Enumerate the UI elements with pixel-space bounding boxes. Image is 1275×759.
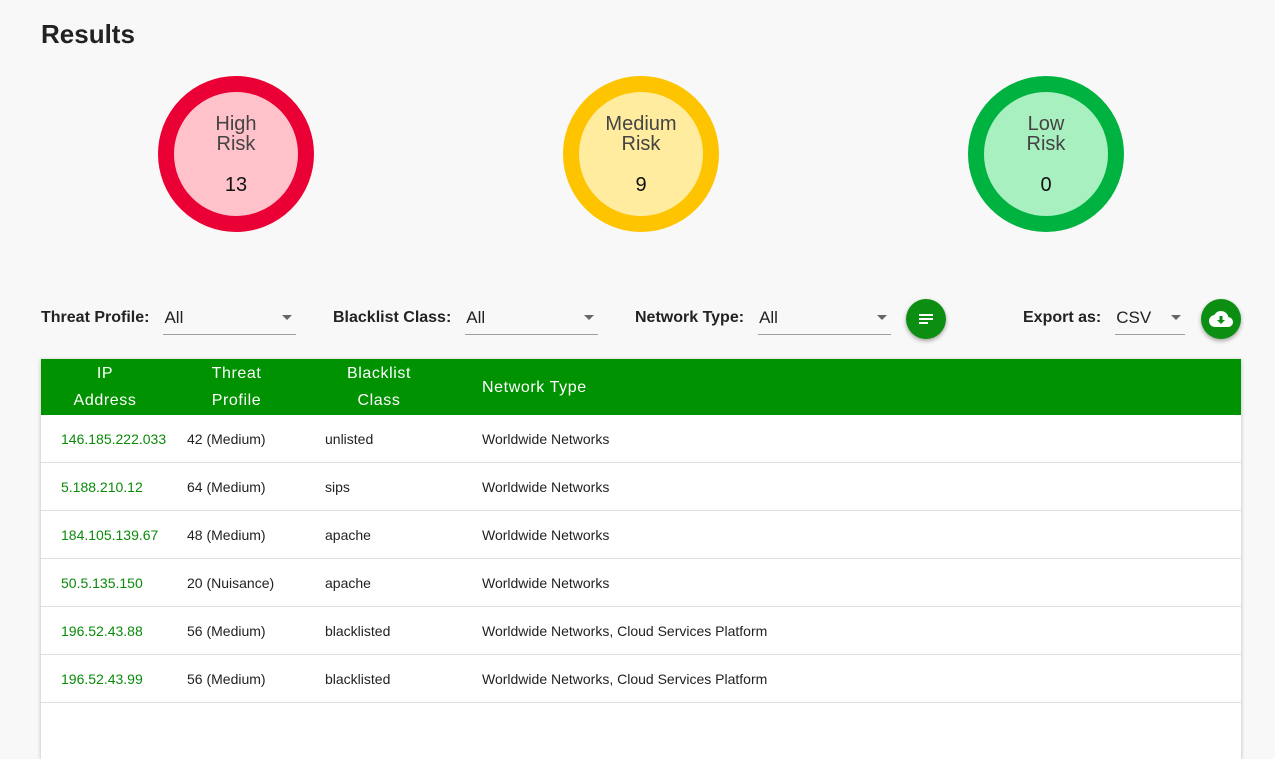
ip-address-link[interactable]: 184.105.139.67 <box>41 527 187 543</box>
threat-profile-cell: 56 (Medium) <box>187 622 266 639</box>
blacklist-class-cell: blacklisted <box>325 622 391 639</box>
export-as-label: Export as: <box>1023 309 1102 326</box>
blacklist-class-cell: blacklisted <box>325 670 391 687</box>
ip-address-link[interactable]: 5.188.210.12 <box>41 479 187 495</box>
results-table: IP Address Threat Profile Blacklist Clas… <box>41 359 1241 759</box>
table-row[interactable]: 5.188.210.12 64 (Medium) sips Worldwide Net… <box>41 463 1241 511</box>
dropdown-arrow-icon <box>1171 315 1182 320</box>
blacklist-class-value: All <box>466 307 486 327</box>
header-threat-profile[interactable]: Threat Profile <box>169 360 304 414</box>
threat-profile-filter: Threat Profile: All <box>41 300 297 336</box>
network-type-cell: Worldwide Networks <box>482 430 610 447</box>
export-format-value: CSV <box>1116 307 1152 327</box>
blacklist-class-cell: apache <box>325 526 371 543</box>
header-ip-address[interactable]: IP Address <box>41 360 169 414</box>
high-risk-summary: High Risk 13 <box>158 76 314 232</box>
blacklist-class-filter: Blacklist Class: All <box>333 300 599 336</box>
threat-profile-cell: 48 (Medium) <box>187 526 266 543</box>
table-row[interactable]: 196.52.43.88 56 (Medium) blacklisted Worldw… <box>41 607 1241 655</box>
table-row[interactable]: 196.52.43.99 56 (Medium) blacklisted Worldw… <box>41 655 1241 703</box>
low-risk-summary: Low Risk 0 <box>968 76 1124 232</box>
low-risk-count: 0 <box>1040 174 1052 196</box>
medium-risk-label: Medium Risk <box>605 113 677 155</box>
dropdown-arrow-icon <box>584 315 595 320</box>
sort-button[interactable] <box>906 299 946 339</box>
ip-address-link[interactable]: 196.52.43.99 <box>41 671 187 687</box>
network-type-select[interactable]: All <box>758 301 892 335</box>
threat-profile-cell: 20 (Nuisance) <box>187 574 275 591</box>
table-header: IP Address Threat Profile Blacklist Clas… <box>41 359 1241 415</box>
header-blacklist-class[interactable]: Blacklist Class <box>304 360 454 414</box>
threat-profile-cell: 64 (Medium) <box>187 478 266 495</box>
export-format-filter: Export as: CSV <box>1023 300 1186 336</box>
network-type-value: All <box>759 307 778 327</box>
high-risk-count: 13 <box>224 174 248 196</box>
network-type-cell: Worldwide Networks <box>482 574 610 591</box>
threat-profile-select[interactable]: All <box>163 301 297 335</box>
page-title: Results <box>41 19 135 49</box>
cloud-download-icon <box>1209 311 1233 327</box>
ip-address-link[interactable]: 146.185.222.033 <box>41 431 187 447</box>
blacklist-class-label: Blacklist Class: <box>333 309 452 326</box>
blacklist-class-cell: apache <box>325 574 371 591</box>
threat-profile-label: Threat Profile: <box>41 309 150 326</box>
table-row[interactable]: 146.185.222.033 42 (Medium) unlisted Worldw… <box>41 415 1241 463</box>
network-type-label: Network Type: <box>635 309 745 326</box>
low-risk-label: Low Risk <box>1026 113 1066 155</box>
threat-profile-cell: 42 (Medium) <box>187 430 266 447</box>
download-button[interactable] <box>1201 299 1241 339</box>
network-type-cell: Worldwide Networks, Cloud Services Platf… <box>482 622 768 639</box>
export-format-select[interactable]: CSV <box>1115 301 1186 335</box>
sort-lines-icon <box>919 314 933 324</box>
ip-address-link[interactable]: 50.5.135.150 <box>41 575 187 591</box>
table-row[interactable]: 50.5.135.150 20 (Nuisance) apache Worldwide… <box>41 559 1241 607</box>
blacklist-class-cell: sips <box>325 478 350 495</box>
dropdown-arrow-icon <box>282 315 293 320</box>
ip-address-link[interactable]: 196.52.43.88 <box>41 623 187 639</box>
threat-profile-value: All <box>164 307 184 327</box>
blacklist-class-cell: unlisted <box>325 430 374 447</box>
network-type-cell: Worldwide Networks <box>482 478 610 495</box>
medium-risk-count: 9 <box>635 174 647 196</box>
table-row[interactable]: 184.105.139.67 48 (Medium) apache Worldwide… <box>41 511 1241 559</box>
high-risk-label: High Risk <box>215 113 257 155</box>
table-body: 146.185.222.033 42 (Medium) unlisted Worldw… <box>41 415 1241 703</box>
threat-profile-cell: 56 (Medium) <box>187 670 266 687</box>
blacklist-class-select[interactable]: All <box>465 301 599 335</box>
dropdown-arrow-icon <box>877 315 888 320</box>
medium-risk-summary: Medium Risk 9 <box>563 76 719 232</box>
network-type-cell: Worldwide Networks, Cloud Services Platf… <box>482 670 768 687</box>
network-type-cell: Worldwide Networks <box>482 526 610 543</box>
network-type-filter: Network Type: All <box>635 300 892 336</box>
header-network-type[interactable]: Network Type <box>454 374 1241 401</box>
